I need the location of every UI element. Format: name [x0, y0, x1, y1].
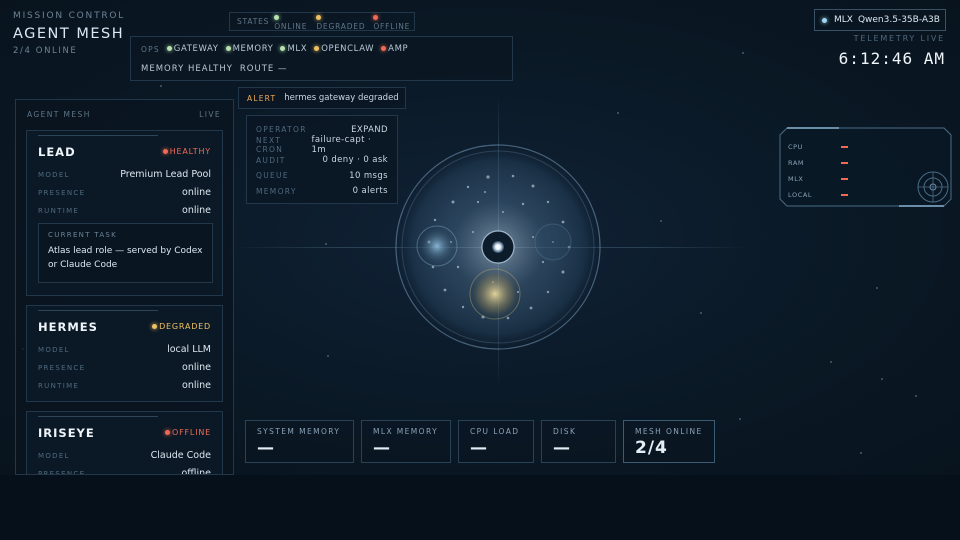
- current-task: CURRENT TASK Atlas lead role — served by…: [38, 223, 213, 283]
- field-model: MODEL local LLM: [38, 344, 211, 355]
- field-model: MODEL Premium Lead Pool: [38, 169, 211, 180]
- status-badge: HEALTHY: [162, 147, 211, 156]
- status-row-memory: MEMORY 0 alerts: [256, 186, 388, 197]
- agent-card-hermes[interactable]: HERMES DEGRADED MODEL local LLM PRESENCE o…: [26, 305, 223, 402]
- status-dot-icon: [822, 17, 827, 23]
- model-chip[interactable]: MLX Qwen3.5-35B-A3B: [814, 9, 946, 31]
- online-count: 2/4 ONLINE: [13, 46, 78, 56]
- status-dot-icon: [316, 15, 322, 20]
- bottom-band: [0, 475, 960, 540]
- status-table: OPERATOR EXPAND NEXT CRON failure-capt · 1…: [246, 115, 398, 204]
- field-presence: PRESENCE offline: [38, 468, 211, 475]
- ops-service-openclaw[interactable]: OPENCLAW: [314, 44, 374, 54]
- radar-icon: [917, 171, 949, 203]
- brand-kicker: MISSION CONTROL: [13, 11, 126, 21]
- agent-sidebar: AGENT MESH LIVE LEAD HEALTHY MODEL Premiu…: [15, 99, 234, 475]
- field-presence: PRESENCE online: [38, 362, 211, 373]
- status-dot-icon: [314, 46, 320, 51]
- widget-row-mlx: MLX: [788, 175, 848, 183]
- status-dot-icon: [274, 15, 280, 20]
- status-dot-icon: [152, 324, 158, 329]
- states-legend: STATES ONLINE DEGRADED OFFLINE: [229, 12, 415, 31]
- field-runtime: RUNTIME online: [38, 205, 211, 216]
- field-runtime: RUNTIME online: [38, 380, 211, 391]
- status-dot-icon: [280, 46, 286, 51]
- states-label: STATES: [237, 17, 270, 26]
- sidebar-title: AGENT MESH: [27, 110, 91, 119]
- alert-tag: ALERT: [247, 93, 277, 103]
- alert-message: hermes gateway degraded: [284, 93, 399, 103]
- status-dot-icon: [381, 46, 387, 51]
- status-badge: DEGRADED: [152, 322, 211, 331]
- field-model: MODEL Claude Code: [38, 450, 211, 461]
- agent-orb-icon[interactable]: [393, 142, 603, 352]
- status-dot-icon: [165, 430, 171, 435]
- field-presence: PRESENCE online: [38, 187, 211, 198]
- ops-panel: OPS GATEWAY MEMORY MLX OPENCLAW AMP MEMO…: [130, 36, 513, 81]
- ops-service-amp[interactable]: AMP: [381, 44, 408, 54]
- live-badge: LIVE: [199, 110, 221, 119]
- metric-cpu-load[interactable]: CPU LOAD —: [458, 420, 534, 463]
- metric-mlx-memory[interactable]: MLX MEMORY —: [361, 420, 451, 463]
- state-degraded: DEGRADED: [316, 13, 368, 31]
- agent-name: HERMES: [38, 320, 98, 334]
- status-dot-icon: [166, 46, 172, 51]
- agent-name: LEAD: [38, 145, 76, 159]
- status-dot-icon: [373, 15, 379, 20]
- widget-row-local: LOCAL: [788, 191, 848, 199]
- alert-banner[interactable]: ALERT hermes gateway degraded: [238, 87, 406, 109]
- ops-service-gateway[interactable]: GATEWAY: [166, 44, 219, 54]
- status-badge: OFFLINE: [165, 428, 211, 437]
- status-row-cron: NEXT CRON failure-capt · 1m: [256, 135, 372, 156]
- metric-mesh-online[interactable]: MESH ONLINE 2/4: [623, 420, 715, 463]
- system-widget[interactable]: CPU RAM MLX LOCAL: [779, 127, 952, 207]
- status-dot-icon: [225, 46, 231, 51]
- sidebar-header: AGENT MESH LIVE: [27, 110, 221, 119]
- telemetry-label: TELEMETRY LIVE: [853, 34, 945, 43]
- agent-name: IRISEYE: [38, 426, 95, 440]
- status-dot-icon: [162, 149, 168, 154]
- model-name: Qwen3.5-35B-A3B: [857, 15, 940, 25]
- widget-row-ram: RAM: [788, 159, 848, 167]
- metric-disk[interactable]: DISK —: [541, 420, 616, 463]
- metric-system-memory[interactable]: SYSTEM MEMORY —: [245, 420, 354, 463]
- ops-service-memory[interactable]: MEMORY: [225, 44, 274, 54]
- agent-card-lead[interactable]: LEAD HEALTHY MODEL Premium Lead Pool PRES…: [26, 130, 223, 296]
- operator-expand[interactable]: EXPAND: [351, 125, 388, 135]
- ops-service-mlx[interactable]: MLX: [280, 44, 307, 54]
- page-title: AGENT MESH: [13, 26, 125, 42]
- status-row-queue: QUEUE 10 msgs: [256, 170, 388, 181]
- memory-status: MEMORY HEALTHY: [141, 64, 233, 74]
- status-row-audit: AUDIT 0 deny · 0 ask: [256, 155, 388, 166]
- route-status: ROUTE —: [239, 64, 288, 74]
- state-offline: OFFLINE: [373, 13, 414, 31]
- telemetry-clock: 6:12:46 AM: [838, 49, 945, 68]
- widget-row-cpu: CPU: [788, 143, 848, 151]
- agent-card-iriseye[interactable]: IRISEYE OFFLINE MODEL Claude Code PRESENC…: [26, 411, 223, 475]
- model-provider: MLX: [834, 15, 853, 25]
- state-online: ONLINE: [274, 13, 311, 31]
- ops-label: OPS: [141, 44, 160, 54]
